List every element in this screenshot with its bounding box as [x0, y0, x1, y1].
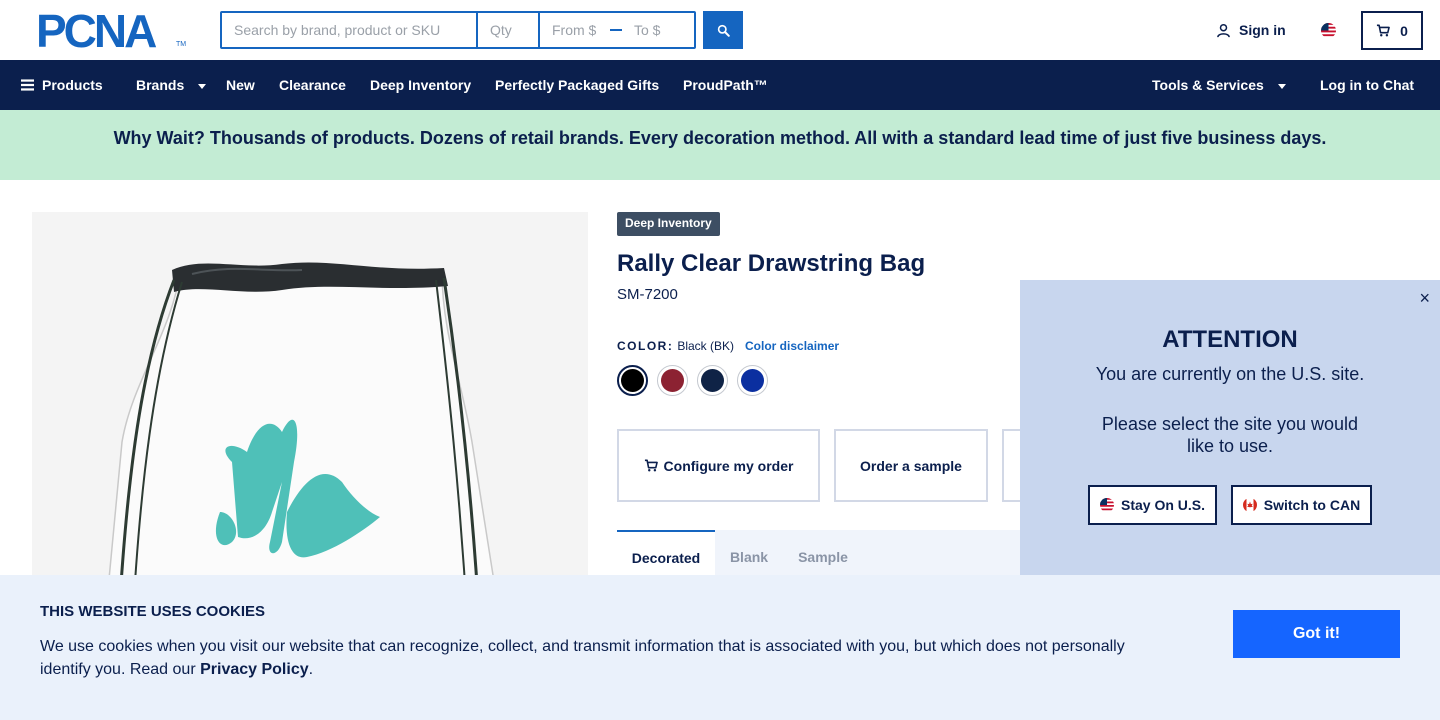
swatch-royal-blue[interactable] — [737, 365, 768, 396]
swatch-black[interactable] — [617, 365, 648, 396]
cookie-banner: THIS WEBSITE USES COOKIES We use cookies… — [0, 575, 1440, 720]
cart-count: 0 — [1400, 22, 1408, 39]
cart-icon — [1377, 24, 1390, 37]
drawstring-bag-image — [103, 262, 503, 632]
main-nav: Products Brands New Clearance Deep Inven… — [0, 60, 1440, 110]
product-sku: SM-7200 — [617, 286, 678, 303]
search-group — [220, 11, 696, 49]
color-row: COLOR: Black (BK) Color disclaimer — [617, 339, 839, 353]
swatch-color — [621, 369, 644, 392]
nav-login-chat-label: Log in to Chat — [1320, 77, 1415, 93]
modal-select-text: Please select the site you would like to… — [1101, 414, 1359, 456]
nav-packaged-gifts[interactable]: Perfectly Packaged Gifts — [495, 60, 659, 110]
price-range-dash — [610, 29, 622, 31]
nav-deep-inventory-label: Deep Inventory — [370, 77, 472, 93]
site-selection-modal: × ATTENTION You are currently on the U.S… — [1020, 280, 1440, 575]
tab-sample[interactable]: Sample — [789, 530, 857, 575]
privacy-policy-link[interactable]: Privacy Policy — [200, 661, 309, 678]
stay-us-label: Stay On U.S. — [1120, 497, 1206, 513]
nav-proudpath-label: ProudPath™ — [683, 77, 768, 93]
product-title: Rally Clear Drawstring Bag — [617, 250, 926, 277]
color-label: COLOR: — [617, 339, 674, 353]
nav-new[interactable]: New — [226, 60, 255, 110]
order-sample-button[interactable]: Order a sample — [834, 429, 988, 502]
color-disclaimer-link[interactable]: Color disclaimer — [745, 339, 839, 353]
color-swatches — [617, 365, 768, 396]
promo-banner-text: Why Wait? Thousands of products. Dozens … — [113, 128, 1327, 148]
nav-brands[interactable]: Brands — [136, 60, 207, 110]
stay-us-button[interactable]: Stay On U.S. — [1088, 485, 1217, 525]
search-button[interactable] — [703, 11, 743, 49]
us-flag-icon[interactable] — [1321, 23, 1336, 38]
canada-flag-icon — [1242, 498, 1257, 512]
switch-can-label: Switch to CAN — [1263, 497, 1361, 513]
cookie-text-end: . — [308, 661, 314, 678]
sign-in-link[interactable]: Sign in — [1216, 22, 1286, 38]
us-flag-icon — [1099, 498, 1114, 512]
menu-icon — [21, 79, 34, 91]
order-sample-label: Order a sample — [860, 457, 962, 474]
chevron-down-icon — [198, 84, 207, 89]
configure-order-label: Configure my order — [663, 457, 794, 474]
accept-cookies-button[interactable]: Got it! — [1233, 610, 1400, 658]
swatch-red[interactable] — [657, 365, 688, 396]
swatch-navy[interactable] — [697, 365, 728, 396]
price-from-input[interactable] — [540, 13, 610, 47]
sign-in-label: Sign in — [1239, 22, 1286, 38]
deep-inventory-badge: Deep Inventory — [617, 212, 720, 236]
logo-trademark: TM — [176, 41, 187, 48]
nav-packaged-gifts-label: Perfectly Packaged Gifts — [495, 77, 660, 93]
nav-deep-inventory[interactable]: Deep Inventory — [370, 60, 471, 110]
close-icon[interactable]: × — [1419, 288, 1430, 309]
color-value: Black (BK) — [677, 339, 735, 353]
cookie-title: THIS WEBSITE USES COOKIES — [40, 603, 266, 620]
nav-login-chat[interactable]: Log in to Chat — [1320, 60, 1414, 110]
nav-tools-services[interactable]: Tools & Services — [1152, 60, 1286, 110]
search-icon — [717, 24, 730, 37]
nav-proudpath[interactable]: ProudPath™ — [683, 60, 768, 110]
configure-order-button[interactable]: Configure my order — [617, 429, 820, 502]
swatch-color — [701, 369, 724, 392]
product-image[interactable] — [32, 212, 588, 632]
cart-button[interactable]: 0 — [1361, 11, 1423, 50]
tab-decorated[interactable]: Decorated — [617, 530, 715, 575]
pcna-logo[interactable]: PCNA TM — [36, 5, 187, 57]
promo-banner: Why Wait? Thousands of products. Dozens … — [0, 110, 1440, 180]
nav-tools-services-label: Tools & Services — [1152, 77, 1264, 93]
modal-current-site-text: You are currently on the U.S. site. — [1095, 364, 1365, 384]
tab-blank[interactable]: Blank — [722, 530, 776, 575]
swatch-color — [741, 369, 764, 392]
switch-can-button[interactable]: Switch to CAN — [1231, 485, 1372, 525]
chevron-down-icon — [1277, 84, 1286, 89]
search-input[interactable] — [222, 13, 478, 47]
nav-new-label: New — [226, 77, 255, 93]
modal-heading: ATTENTION — [1162, 326, 1298, 353]
price-to-input[interactable] — [622, 13, 694, 47]
nav-clearance[interactable]: Clearance — [279, 60, 346, 110]
top-bar: PCNA TM Sign in — [0, 0, 1440, 60]
user-icon — [1217, 23, 1230, 37]
nav-products[interactable]: Products — [21, 60, 103, 110]
nav-brands-label: Brands — [136, 77, 185, 93]
nav-clearance-label: Clearance — [279, 77, 346, 93]
nav-products-label: Products — [42, 77, 103, 93]
logo-text: PCNA — [36, 5, 157, 57]
swatch-color — [661, 369, 684, 392]
qty-input[interactable] — [478, 13, 540, 47]
cookie-text-block: We use cookies when you visit our websit… — [40, 635, 1150, 681]
cart-icon — [644, 459, 658, 472]
